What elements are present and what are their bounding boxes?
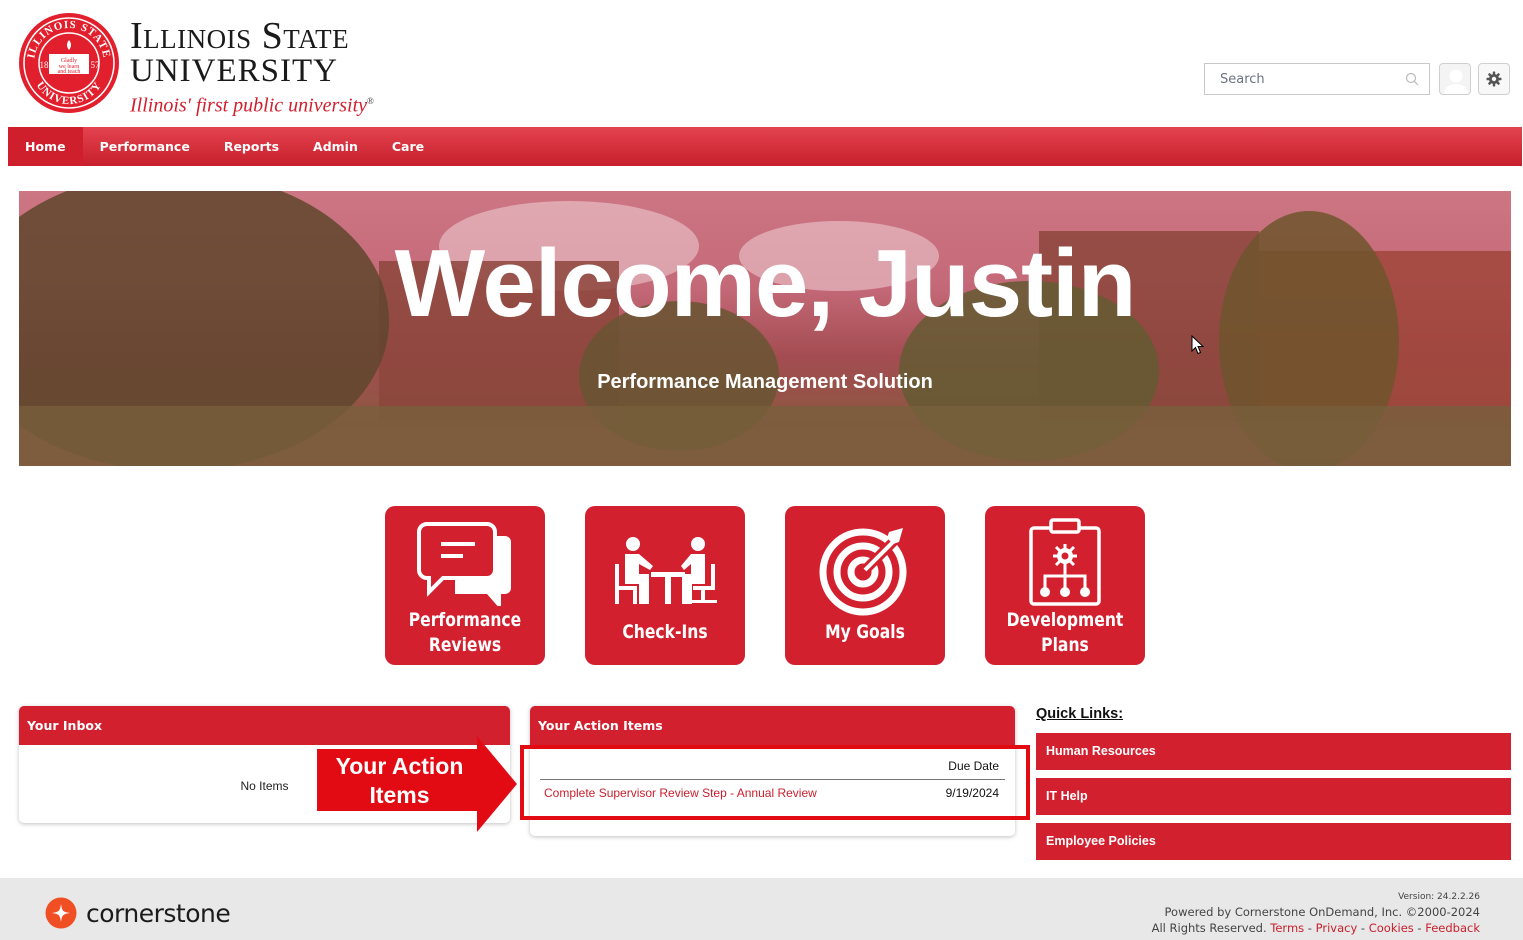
- cornerstone-logo[interactable]: cornerstone: [45, 897, 231, 929]
- welcome-banner: Welcome, Justin Performance Management S…: [19, 191, 1511, 466]
- cornerstone-wordmark: cornerstone: [86, 898, 231, 928]
- search-input[interactable]: [1205, 64, 1395, 94]
- mouse-cursor-icon: [1191, 335, 1205, 355]
- nav-home[interactable]: Home: [8, 127, 83, 166]
- tile-development-plans[interactable]: Development Plans: [985, 506, 1145, 665]
- target-icon: [819, 528, 907, 616]
- cookies-link[interactable]: Cookies: [1369, 921, 1414, 935]
- banner-subtitle: Performance Management Solution: [597, 371, 933, 393]
- quick-link-human-resources[interactable]: Human Resources: [1036, 733, 1511, 770]
- separator: -: [1304, 921, 1316, 935]
- logo-line1-text: Illinois State: [130, 15, 350, 57]
- tile-label-line2: Reviews: [428, 634, 502, 656]
- powered-by-text: Powered by Cornerstone OnDemand, Inc. ©2…: [1164, 905, 1480, 919]
- quick-link-employee-policies[interactable]: Employee Policies: [1036, 823, 1511, 860]
- version-text: Version: 24.2.2.26: [1398, 892, 1480, 902]
- svg-text:18: 18: [40, 60, 50, 70]
- user-avatar-button[interactable]: [1439, 63, 1471, 95]
- registered-mark: ®: [367, 96, 374, 106]
- tagline-text: Illinois' first public university: [130, 94, 368, 117]
- logo-wordmark-line2: University: [130, 54, 374, 88]
- logo-tagline: Illinois' first public university®: [130, 88, 374, 119]
- logo-line2-text: University: [130, 53, 338, 89]
- svg-text:57: 57: [91, 60, 101, 70]
- tile-label-line1: Performance: [408, 609, 522, 631]
- action-item-link[interactable]: Complete Supervisor Review Step - Annual…: [544, 786, 817, 800]
- nav-reports[interactable]: Reports: [207, 127, 296, 166]
- banner-ground: [19, 406, 1511, 466]
- header: ILLINOIS STATE UNIVERSITY Gladly we lear…: [0, 0, 1523, 127]
- meeting-icon: [615, 537, 717, 604]
- separator: -: [1413, 921, 1426, 935]
- footer: cornerstone Version: 24.2.2.26 Powered b…: [0, 878, 1523, 940]
- search-icon[interactable]: [1405, 72, 1419, 86]
- callout-line2: Items: [369, 782, 430, 808]
- tile-label: My Goals: [825, 621, 905, 643]
- search-box: [1204, 63, 1430, 95]
- quick-links-title: Quick Links:: [1036, 706, 1124, 722]
- chat-bubbles-icon: [417, 522, 511, 606]
- user-avatar-icon: [1444, 69, 1468, 94]
- annotation-callout-text: Your Action Items: [317, 752, 482, 810]
- footer-info: Version: 24.2.2.26 Powered by Cornerston…: [1152, 891, 1480, 936]
- callout-line1: Your Action: [335, 753, 464, 779]
- svg-text:and teach: and teach: [58, 69, 81, 75]
- university-seal-icon: ILLINOIS STATE UNIVERSITY Gladly we lear…: [19, 13, 119, 113]
- cornerstone-star-icon: [45, 897, 77, 929]
- rights-text: All Rights Reserved.: [1151, 921, 1267, 935]
- privacy-link[interactable]: Privacy: [1316, 921, 1358, 935]
- feedback-link[interactable]: Feedback: [1425, 921, 1480, 935]
- tile-label-line1: Development: [1006, 609, 1124, 631]
- gear-icon: [1486, 71, 1502, 87]
- nav-care[interactable]: Care: [375, 127, 441, 166]
- quick-link-it-help[interactable]: IT Help: [1036, 778, 1511, 815]
- footer-rights-line: All Rights Reserved. Terms - Privacy - C…: [1152, 920, 1480, 936]
- welcome-heading: Welcome, Justin: [394, 230, 1137, 337]
- tile-label-line2: Plans: [1041, 634, 1089, 656]
- isu-logo[interactable]: ILLINOIS STATE UNIVERSITY Gladly we lear…: [18, 12, 374, 119]
- tile-performance-reviews[interactable]: Performance Reviews: [385, 506, 545, 665]
- clipboard-plan-icon: [1029, 518, 1101, 606]
- tile-check-ins[interactable]: Check-Ins: [585, 506, 745, 665]
- tile-label: Performance Reviews: [399, 608, 530, 658]
- due-date-column-header: Due Date: [948, 759, 999, 773]
- page: ILLINOIS STATE UNIVERSITY Gladly we lear…: [0, 0, 1523, 940]
- nav-admin[interactable]: Admin: [296, 127, 375, 166]
- nav-performance[interactable]: Performance: [83, 127, 207, 166]
- main-nav: Home Performance Reports Admin Care: [8, 127, 1522, 166]
- action-items-title: Your Action Items: [530, 706, 1015, 745]
- terms-link[interactable]: Terms: [1270, 921, 1304, 935]
- tile-label: Check-Ins: [622, 621, 708, 643]
- tile-label: Development Plans: [999, 608, 1130, 658]
- logo-wordmark-line1: Illinois State: [130, 15, 374, 57]
- action-item-due-date: 9/19/2024: [945, 786, 999, 800]
- action-items-panel: Your Action Items Due Date Complete Supe…: [530, 706, 1015, 836]
- table-header-divider: [540, 779, 1005, 780]
- separator: -: [1357, 921, 1369, 935]
- settings-button[interactable]: [1478, 63, 1510, 95]
- tile-my-goals[interactable]: My Goals: [785, 506, 945, 665]
